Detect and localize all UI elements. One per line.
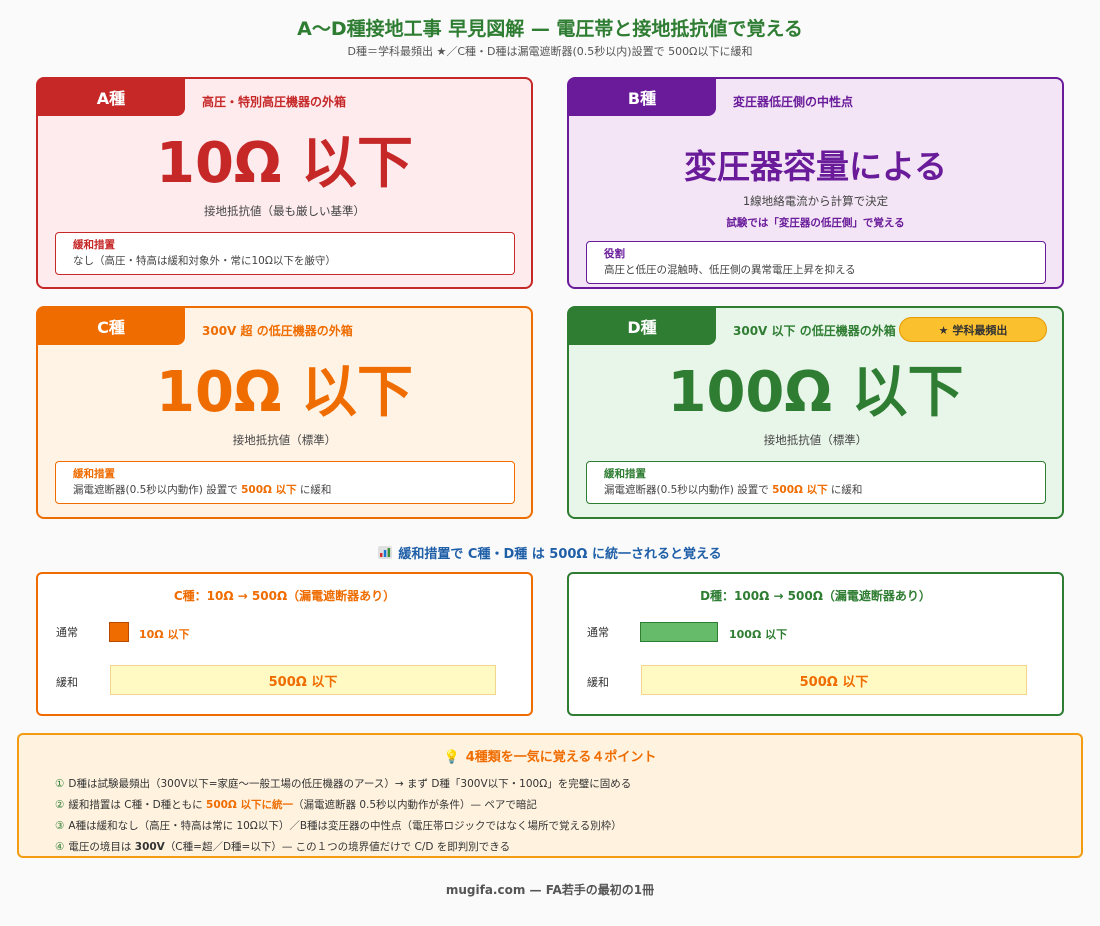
card-d-box-text-em: 500Ω 以下 xyxy=(772,484,828,496)
key-point-4-pre: 電圧の境目は xyxy=(68,841,135,853)
card-d-box-text: 漏電遮断器(0.5秒以内動作) 設置で 500Ω 以下 に緩和 xyxy=(604,482,1045,498)
comparison-d-title: D種：100Ω → 500Ω（漏電遮断器あり） xyxy=(700,589,931,603)
key-points-panel: 💡 4種類を一気に覚える４ポイント ① D種は試験最頻出（300V以下=家庭〜一般工… xyxy=(17,733,1083,858)
card-a-scope: 高圧・特別高圧機器の外箱 xyxy=(202,95,347,109)
comparison-d-row1-label: 通常 xyxy=(587,626,609,639)
card-d: D種 300V 以下 の低圧機器の外箱 ★ 学科最頻出 100Ω 以下 接地抵抗… xyxy=(567,306,1064,519)
comparison-c-row1-value: 10Ω 以下 xyxy=(139,628,190,641)
card-a-value: 10Ω 以下 xyxy=(155,131,414,196)
card-c-box-text-em: 500Ω 以下 xyxy=(241,484,297,496)
card-c-box: 緩和措置 漏電遮断器(0.5秒以内動作) 設置で 500Ω 以下 に緩和 xyxy=(55,461,515,504)
card-b-caption: 1線地絡電流から計算で決定 xyxy=(742,194,889,208)
comparison-d-normal-bar xyxy=(640,622,718,642)
card-b-scope: 変圧器低圧側の中性点 xyxy=(733,95,854,109)
card-c-value: 10Ω 以下 xyxy=(155,360,414,425)
key-point-1-text: D種は試験最頻出（300V以下=家庭〜一般工場の低圧機器のアース）→ まず D種… xyxy=(68,778,632,790)
key-point-3: ③ A種は緩和なし（高圧・特高は常に 10Ω以下）／B種は変圧器の中性点（電圧帯ロ… xyxy=(55,818,622,833)
card-a-caption: 接地抵抗値（最も厳しい基準） xyxy=(204,204,365,218)
comparison-c-row2-label: 緩和 xyxy=(56,676,78,689)
key-point-3-text: A種は緩和なし（高圧・特高は常に 10Ω以下）／B種は変圧器の中性点（電圧帯ロジ… xyxy=(68,820,622,832)
card-b-note: 試験では「変圧器の低圧側」で覚える xyxy=(726,217,905,229)
key-point-2-pre: 緩和措置は C種・D種ともに xyxy=(68,799,207,811)
card-c-caption: 接地抵抗値（標準） xyxy=(232,433,337,447)
card-b-value: 変圧器容量による xyxy=(683,147,947,186)
card-b: B種 変圧器低圧側の中性点 変圧器容量による 1線地絡電流から計算で決定 試験で… xyxy=(567,77,1064,289)
key-point-4: ④ 電圧の境目は 300V（C種=超／D種=以下）— この１つの境界値だけで C/… xyxy=(55,839,510,854)
page-subtitle: D種＝学科最頻出 ★／C種・D種は漏電遮断器(0.5秒以内)設置で 500Ω以下… xyxy=(347,45,753,58)
card-c-box-text: 漏電遮断器(0.5秒以内動作) 設置で 500Ω 以下 に緩和 xyxy=(73,482,514,498)
card-b-box-title: 役割 xyxy=(604,248,625,260)
card-d-box: 緩和措置 漏電遮断器(0.5秒以内動作) 設置で 500Ω 以下 に緩和 xyxy=(586,461,1046,504)
key-point-2-num: ② xyxy=(55,799,65,811)
card-c-box-text-post: に緩和 xyxy=(296,484,332,496)
card-c-label: C種 xyxy=(37,307,185,345)
card-a-box-text: なし（高圧・特高は緩和対象外・常に10Ω以下を厳守） xyxy=(73,255,336,267)
comparison-d-row1-value: 100Ω 以下 xyxy=(729,628,788,641)
comparison-d-panel: D種：100Ω → 500Ω（漏電遮断器あり） 通常 100Ω 以下 緩和 50… xyxy=(567,572,1064,716)
comparison-c-normal-bar xyxy=(109,622,129,642)
page-title: A〜D種接地工事 早見図解 — 電圧帯と接地抵抗値で覚える xyxy=(297,18,803,40)
key-point-3-num: ③ xyxy=(55,820,65,832)
key-point-4-post: （C種=超／D種=以下）— この１つの境界値だけで C/D を即判別できる xyxy=(164,841,511,853)
card-b-box-text: 高圧と低圧の混触時、低圧側の異常電圧上昇を抑える xyxy=(604,264,856,276)
card-d-value: 100Ω 以下 xyxy=(667,360,964,425)
comparison-title-text: 緩和措置で C種・D種 は 500Ω に統一されると覚える xyxy=(398,547,722,562)
card-d-scope: 300V 以下 の低圧機器の外箱 xyxy=(733,324,896,338)
comparison-c-panel: C種：10Ω → 500Ω（漏電遮断器あり） 通常 10Ω 以下 緩和 500Ω… xyxy=(36,572,533,716)
footer-credit: mugifa.com — FA若手の最初の1冊 xyxy=(445,883,655,897)
card-a-label: A種 xyxy=(37,78,185,116)
comparison-c-row1-label: 通常 xyxy=(56,626,78,639)
card-d-box-text-post: に緩和 xyxy=(827,484,863,496)
key-points-title-text: 4種類を一気に覚える４ポイント xyxy=(465,750,657,765)
card-d-label: D種 xyxy=(568,307,716,345)
card-c-box-text-pre: 漏電遮断器(0.5秒以内動作) 設置で xyxy=(73,484,242,496)
key-point-4-num: ④ xyxy=(55,841,65,853)
lightbulb-icon: 💡 xyxy=(443,750,460,765)
card-b-box: 役割 高圧と低圧の混触時、低圧側の異常電圧上昇を抑える xyxy=(586,241,1046,284)
comparison-title: 緩和措置で C種・D種 は 500Ω に統一されると覚える xyxy=(0,543,1100,562)
comparison-c-title: C種：10Ω → 500Ω（漏電遮断器あり） xyxy=(173,589,396,603)
card-a: A種 高圧・特別高圧機器の外箱 10Ω 以下 接地抵抗値（最も厳しい基準） 緩和… xyxy=(36,77,533,289)
card-c: C種 300V 超 の低圧機器の外箱 10Ω 以下 接地抵抗値（標準） 緩和措置… xyxy=(36,306,533,519)
card-d-caption: 接地抵抗値（標準） xyxy=(763,433,868,447)
key-point-1: ① D種は試験最頻出（300V以下=家庭〜一般工場の低圧機器のアース）→ まず D… xyxy=(55,776,631,791)
key-points-title: 💡 4種類を一気に覚える４ポイント xyxy=(19,746,1081,765)
comparison-c-relaxed-bar: 500Ω 以下 xyxy=(110,665,496,695)
card-c-box-title: 緩和措置 xyxy=(73,468,115,480)
most-frequent-badge: ★ 学科最頻出 xyxy=(899,317,1047,342)
card-c-scope: 300V 超 の低圧機器の外箱 xyxy=(202,324,353,338)
comparison-d-relaxed-bar: 500Ω 以下 xyxy=(641,665,1027,695)
card-d-box-text-pre: 漏電遮断器(0.5秒以内動作) 設置で xyxy=(604,484,773,496)
key-point-1-num: ① xyxy=(55,778,65,790)
card-a-box: 緩和措置 なし（高圧・特高は緩和対象外・常に10Ω以下を厳守） xyxy=(55,232,515,275)
key-point-4-em: 300V xyxy=(134,841,165,853)
card-a-box-title: 緩和措置 xyxy=(73,239,115,251)
key-point-2: ② 緩和措置は C種・D種ともに 500Ω 以下に統一（漏電遮断器 0.5秒以内動… xyxy=(55,797,537,812)
card-d-box-title: 緩和措置 xyxy=(604,468,646,480)
comparison-d-row2-label: 緩和 xyxy=(587,676,609,689)
key-point-2-em: 500Ω 以下に統一 xyxy=(206,799,294,811)
bar-chart-icon xyxy=(378,546,393,559)
card-b-label: B種 xyxy=(568,78,716,116)
key-point-2-post: （漏電遮断器 0.5秒以内動作が条件）— ペアで暗記 xyxy=(293,799,537,811)
